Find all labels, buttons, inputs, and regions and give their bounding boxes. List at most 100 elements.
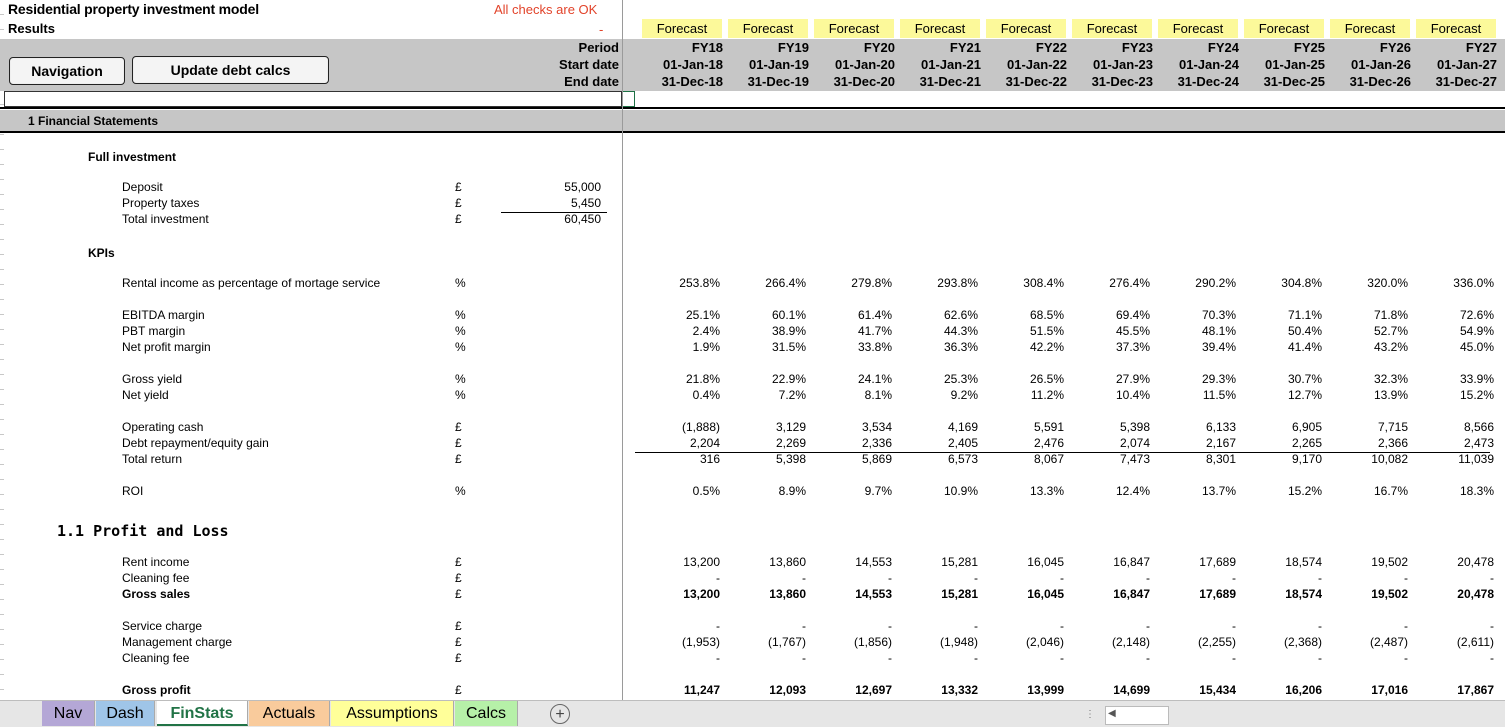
value-cell[interactable]: 2,167 bbox=[1156, 436, 1236, 450]
value-cell[interactable]: - bbox=[1070, 651, 1150, 665]
value-cell[interactable]: 62.6% bbox=[898, 308, 978, 322]
value-cell[interactable]: 2,204 bbox=[640, 436, 720, 450]
value-cell[interactable]: 70.3% bbox=[1156, 308, 1236, 322]
value-cell[interactable]: - bbox=[1242, 619, 1322, 633]
value-cell[interactable]: 8,067 bbox=[984, 452, 1064, 466]
value-cell[interactable]: 7.2% bbox=[726, 388, 806, 402]
value-cell[interactable]: (1,948) bbox=[898, 635, 978, 649]
sheet-tab-finstats[interactable]: FinStats bbox=[157, 701, 248, 726]
value-cell[interactable]: - bbox=[1414, 651, 1494, 665]
value-cell[interactable]: - bbox=[1070, 571, 1150, 585]
sheet-tab-nav[interactable]: Nav bbox=[42, 701, 95, 726]
value-cell[interactable]: 18,574 bbox=[1242, 555, 1322, 569]
value-cell[interactable]: (2,368) bbox=[1242, 635, 1322, 649]
tab-splitter-handle[interactable]: ⋮ bbox=[1085, 709, 1095, 720]
value-cell[interactable]: 13,332 bbox=[898, 683, 978, 697]
value-cell[interactable]: 48.1% bbox=[1156, 324, 1236, 338]
value-cell[interactable]: - bbox=[1156, 571, 1236, 585]
value-cell[interactable]: 0.5% bbox=[640, 484, 720, 498]
value-cell[interactable]: 290.2% bbox=[1156, 276, 1236, 290]
value-cell[interactable]: 13,200 bbox=[640, 555, 720, 569]
value-cell[interactable]: 38.9% bbox=[726, 324, 806, 338]
value-cell[interactable]: 5,398 bbox=[1070, 420, 1150, 434]
value-cell[interactable]: 1.9% bbox=[640, 340, 720, 354]
sheet-tab-calcs[interactable]: Calcs bbox=[455, 701, 518, 726]
value-cell[interactable]: 11.2% bbox=[984, 388, 1064, 402]
value-cell[interactable]: 19,502 bbox=[1328, 587, 1408, 601]
value-cell[interactable]: - bbox=[984, 571, 1064, 585]
value-cell[interactable]: 9.2% bbox=[898, 388, 978, 402]
value-cell[interactable]: 20,478 bbox=[1414, 555, 1494, 569]
value-cell[interactable]: 8,566 bbox=[1414, 420, 1494, 434]
value-cell[interactable]: 2.4% bbox=[640, 324, 720, 338]
value-cell[interactable]: 31.5% bbox=[726, 340, 806, 354]
value-cell[interactable]: 5,869 bbox=[812, 452, 892, 466]
value-cell[interactable]: 11,039 bbox=[1414, 452, 1494, 466]
value-cell[interactable]: 33.8% bbox=[812, 340, 892, 354]
value-cell[interactable]: 17,016 bbox=[1328, 683, 1408, 697]
value-cell[interactable]: - bbox=[1414, 619, 1494, 633]
value-cell[interactable]: 27.9% bbox=[1070, 372, 1150, 386]
value-cell[interactable]: - bbox=[898, 619, 978, 633]
value-cell[interactable]: 52.7% bbox=[1328, 324, 1408, 338]
value-cell[interactable]: 30.7% bbox=[1242, 372, 1322, 386]
value-cell[interactable]: 15.2% bbox=[1414, 388, 1494, 402]
value-cell[interactable]: - bbox=[898, 651, 978, 665]
navigation-button[interactable]: Navigation bbox=[9, 57, 125, 85]
value-cell[interactable]: - bbox=[1156, 651, 1236, 665]
value-cell[interactable]: 22.9% bbox=[726, 372, 806, 386]
investment-value[interactable]: 60,450 bbox=[521, 212, 601, 226]
value-cell[interactable]: 13,200 bbox=[640, 587, 720, 601]
value-cell[interactable]: 41.4% bbox=[1242, 340, 1322, 354]
value-cell[interactable]: 20,478 bbox=[1414, 587, 1494, 601]
value-cell[interactable]: - bbox=[812, 571, 892, 585]
value-cell[interactable]: 6,905 bbox=[1242, 420, 1322, 434]
value-cell[interactable]: - bbox=[812, 619, 892, 633]
value-cell[interactable]: 14,553 bbox=[812, 555, 892, 569]
value-cell[interactable]: (2,255) bbox=[1156, 635, 1236, 649]
value-cell[interactable]: 25.3% bbox=[898, 372, 978, 386]
value-cell[interactable]: 9,170 bbox=[1242, 452, 1322, 466]
value-cell[interactable]: 253.8% bbox=[640, 276, 720, 290]
value-cell[interactable]: 16,045 bbox=[984, 587, 1064, 601]
value-cell[interactable]: 69.4% bbox=[1070, 308, 1150, 322]
value-cell[interactable]: 5,591 bbox=[984, 420, 1064, 434]
value-cell[interactable]: 13,860 bbox=[726, 555, 806, 569]
value-cell[interactable]: 2,473 bbox=[1414, 436, 1494, 450]
value-cell[interactable]: 3,129 bbox=[726, 420, 806, 434]
value-cell[interactable]: - bbox=[726, 619, 806, 633]
value-cell[interactable]: 43.2% bbox=[1328, 340, 1408, 354]
value-cell[interactable]: 15,281 bbox=[898, 555, 978, 569]
scroll-left-icon[interactable]: ◀ bbox=[1108, 708, 1116, 719]
value-cell[interactable]: 60.1% bbox=[726, 308, 806, 322]
value-cell[interactable]: - bbox=[1242, 651, 1322, 665]
value-cell[interactable]: - bbox=[1070, 619, 1150, 633]
value-cell[interactable]: 13,999 bbox=[984, 683, 1064, 697]
value-cell[interactable]: 2,074 bbox=[1070, 436, 1150, 450]
value-cell[interactable]: (2,487) bbox=[1328, 635, 1408, 649]
value-cell[interactable]: 12.4% bbox=[1070, 484, 1150, 498]
value-cell[interactable]: 7,715 bbox=[1328, 420, 1408, 434]
value-cell[interactable]: 29.3% bbox=[1156, 372, 1236, 386]
value-cell[interactable]: 13,860 bbox=[726, 587, 806, 601]
value-cell[interactable]: 41.7% bbox=[812, 324, 892, 338]
value-cell[interactable]: 2,366 bbox=[1328, 436, 1408, 450]
value-cell[interactable]: - bbox=[640, 619, 720, 633]
value-cell[interactable]: (2,046) bbox=[984, 635, 1064, 649]
selected-cell[interactable] bbox=[4, 91, 622, 107]
value-cell[interactable]: (1,888) bbox=[640, 420, 720, 434]
value-cell[interactable]: 14,699 bbox=[1070, 683, 1150, 697]
value-cell[interactable]: 16,847 bbox=[1070, 555, 1150, 569]
value-cell[interactable]: 15,434 bbox=[1156, 683, 1236, 697]
value-cell[interactable]: 17,689 bbox=[1156, 555, 1236, 569]
value-cell[interactable]: 71.1% bbox=[1242, 308, 1322, 322]
value-cell[interactable]: - bbox=[726, 651, 806, 665]
value-cell[interactable]: 293.8% bbox=[898, 276, 978, 290]
value-cell[interactable]: 17,689 bbox=[1156, 587, 1236, 601]
value-cell[interactable]: 6,573 bbox=[898, 452, 978, 466]
value-cell[interactable]: 72.6% bbox=[1414, 308, 1494, 322]
value-cell[interactable]: 5,398 bbox=[726, 452, 806, 466]
value-cell[interactable]: 45.5% bbox=[1070, 324, 1150, 338]
value-cell[interactable]: - bbox=[1242, 571, 1322, 585]
value-cell[interactable]: - bbox=[1328, 571, 1408, 585]
